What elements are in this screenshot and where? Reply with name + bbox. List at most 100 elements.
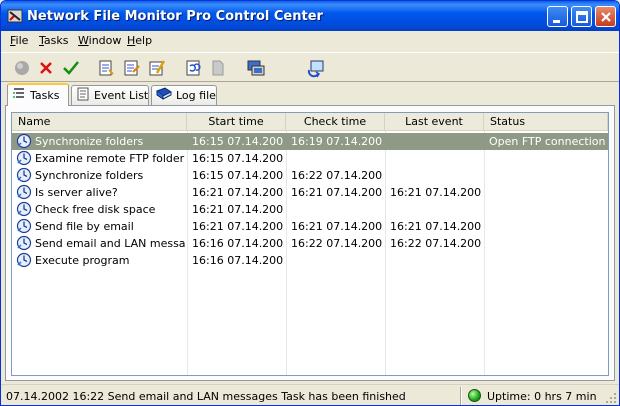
task-status bbox=[489, 218, 607, 235]
menu-file[interactable]: File bbox=[10, 34, 28, 47]
task-properties-icon[interactable] bbox=[147, 58, 167, 78]
task-status bbox=[489, 252, 607, 269]
task-status bbox=[489, 167, 607, 184]
close-button[interactable] bbox=[595, 6, 616, 27]
task-name: Synchronize folders bbox=[35, 169, 144, 182]
task-last-event bbox=[390, 252, 482, 269]
task-start-time: 16:15 07.14.2002 bbox=[192, 135, 284, 148]
task-start-time: 16:15 07.14.2002 bbox=[192, 169, 284, 182]
task-name: Execute program bbox=[35, 254, 130, 267]
main-window: Network File Monitor Pro Control Center … bbox=[0, 0, 620, 406]
list-header: Name Start time Check time Last event St… bbox=[12, 113, 608, 131]
check-icon[interactable] bbox=[61, 58, 81, 78]
task-check-time: 16:22 07.14.2002 bbox=[291, 169, 383, 182]
log-book-icon bbox=[156, 87, 172, 104]
task-status bbox=[489, 150, 607, 167]
task-clock-icon bbox=[16, 235, 32, 251]
column-header-last-event[interactable]: Last event bbox=[385, 113, 484, 131]
task-start-time: 16:21 07.14.2002 bbox=[192, 203, 284, 216]
status-separator bbox=[460, 387, 462, 405]
task-clock-icon bbox=[16, 184, 32, 200]
task-clock-icon bbox=[16, 167, 32, 183]
task-start-time: 16:21 07.14.2002 bbox=[192, 186, 284, 199]
task-status bbox=[489, 184, 607, 201]
task-name: Check free disk space bbox=[35, 203, 156, 216]
tab-event-list[interactable]: Event List bbox=[71, 85, 149, 105]
window-title: Network File Monitor Pro Control Center bbox=[27, 9, 323, 24]
maximize-button[interactable] bbox=[571, 6, 592, 27]
tab-log-file[interactable]: Log file bbox=[151, 85, 217, 105]
column-header-start-time[interactable]: Start time bbox=[187, 113, 286, 131]
table-row[interactable]: Check free disk space 16:21 07.14.2002 bbox=[12, 201, 608, 218]
task-check-time: 16:21 07.14.2002 bbox=[291, 186, 383, 199]
task-clock-icon bbox=[16, 133, 32, 149]
table-row[interactable]: Is server alive? 16:21 07.14.2002 16:21 07… bbox=[12, 184, 608, 201]
uptime-text: Uptime: 0 hrs 7 min bbox=[487, 390, 597, 403]
tab-log-file-label: Log file bbox=[176, 89, 216, 102]
table-row[interactable]: Execute program 16:16 07.14.2002 bbox=[12, 252, 608, 269]
app-icon[interactable] bbox=[7, 8, 23, 24]
network-refresh-icon[interactable] bbox=[306, 58, 326, 78]
event-list-icon bbox=[76, 87, 90, 104]
task-name: Synchronize folders bbox=[35, 135, 144, 148]
toolbar bbox=[1, 52, 619, 82]
status-bar: 07.14.2002 16:22 Send email and LAN mess… bbox=[1, 384, 619, 405]
column-header-check-time[interactable]: Check time bbox=[286, 113, 385, 131]
stop-circle-icon[interactable] bbox=[12, 58, 32, 78]
task-last-event bbox=[390, 150, 482, 167]
column-header-status[interactable]: Status bbox=[484, 113, 608, 131]
task-check-time: 16:21 07.14.2002 bbox=[291, 220, 383, 233]
resize-grip[interactable] bbox=[605, 392, 617, 404]
task-start-time: 16:15 07.14.2002 bbox=[192, 152, 284, 165]
table-row[interactable]: Synchronize folders 16:15 07.14.2002 16:19… bbox=[12, 133, 608, 150]
task-status bbox=[489, 235, 607, 252]
task-name: Examine remote FTP folder bbox=[35, 152, 185, 165]
task-status bbox=[489, 201, 607, 218]
task-clock-icon bbox=[16, 252, 32, 268]
status-message: 07.14.2002 16:22 Send email and LAN mess… bbox=[6, 390, 406, 403]
tasks-icon bbox=[12, 87, 26, 104]
task-start-time: 16:21 07.14.2002 bbox=[192, 220, 284, 233]
tab-event-list-label: Event List bbox=[94, 89, 149, 102]
task-last-event bbox=[390, 167, 482, 184]
task-check-time bbox=[291, 201, 383, 218]
task-last-event: 16:21 07.14.2002 bbox=[390, 186, 482, 199]
tab-bar: Tasks Event List Log file bbox=[1, 83, 619, 106]
task-name: Send file by email bbox=[35, 220, 134, 233]
task-check-time bbox=[291, 252, 383, 269]
task-last-event: 16:22 07.14.2002 bbox=[390, 237, 482, 250]
menu-bar: File Tasks Window Help bbox=[1, 31, 619, 51]
task-start-time: 16:16 07.14.2002 bbox=[192, 254, 284, 267]
minimize-button[interactable] bbox=[547, 6, 568, 27]
monitor-icon[interactable] bbox=[246, 58, 266, 78]
task-list[interactable]: Name Start time Check time Last event St… bbox=[11, 112, 609, 376]
uptime-led-icon bbox=[468, 389, 481, 402]
blank-page-icon[interactable] bbox=[208, 58, 228, 78]
task-check-time bbox=[291, 150, 383, 167]
table-row[interactable]: Examine remote FTP folder 16:15 07.14.200… bbox=[12, 150, 608, 167]
task-clock-icon bbox=[16, 150, 32, 166]
column-header-name[interactable]: Name bbox=[12, 113, 187, 131]
task-start-time: 16:16 07.14.2002 bbox=[192, 237, 284, 250]
task-name: Send email and LAN messages bbox=[35, 237, 185, 250]
table-row[interactable]: Synchronize folders 16:15 07.14.2002 16:22… bbox=[12, 167, 608, 184]
task-clock-icon bbox=[16, 201, 32, 217]
new-task-icon[interactable] bbox=[96, 58, 116, 78]
title-bar[interactable]: Network File Monitor Pro Control Center bbox=[1, 1, 619, 31]
menu-help[interactable]: Help bbox=[127, 34, 152, 47]
table-row[interactable]: Send file by email 16:21 07.14.2002 16:21 … bbox=[12, 218, 608, 235]
task-name: Is server alive? bbox=[35, 186, 118, 199]
task-last-event: 16:21 07.14.2002 bbox=[390, 220, 482, 233]
task-check-time: 16:22 07.14.2002 bbox=[291, 237, 383, 250]
tab-tasks[interactable]: Tasks bbox=[7, 83, 69, 106]
tab-tasks-label: Tasks bbox=[30, 89, 60, 102]
task-clock-icon bbox=[16, 218, 32, 234]
refresh-icon[interactable] bbox=[183, 58, 203, 78]
menu-window[interactable]: Window bbox=[78, 34, 121, 47]
delete-x-icon[interactable] bbox=[36, 58, 56, 78]
tasks-panel: Name Start time Check time Last event St… bbox=[5, 105, 615, 381]
task-last-event bbox=[390, 133, 482, 150]
table-row[interactable]: Send email and LAN messages 16:16 07.14.2… bbox=[12, 235, 608, 252]
menu-tasks[interactable]: Tasks bbox=[39, 34, 68, 47]
edit-task-icon[interactable] bbox=[122, 58, 142, 78]
